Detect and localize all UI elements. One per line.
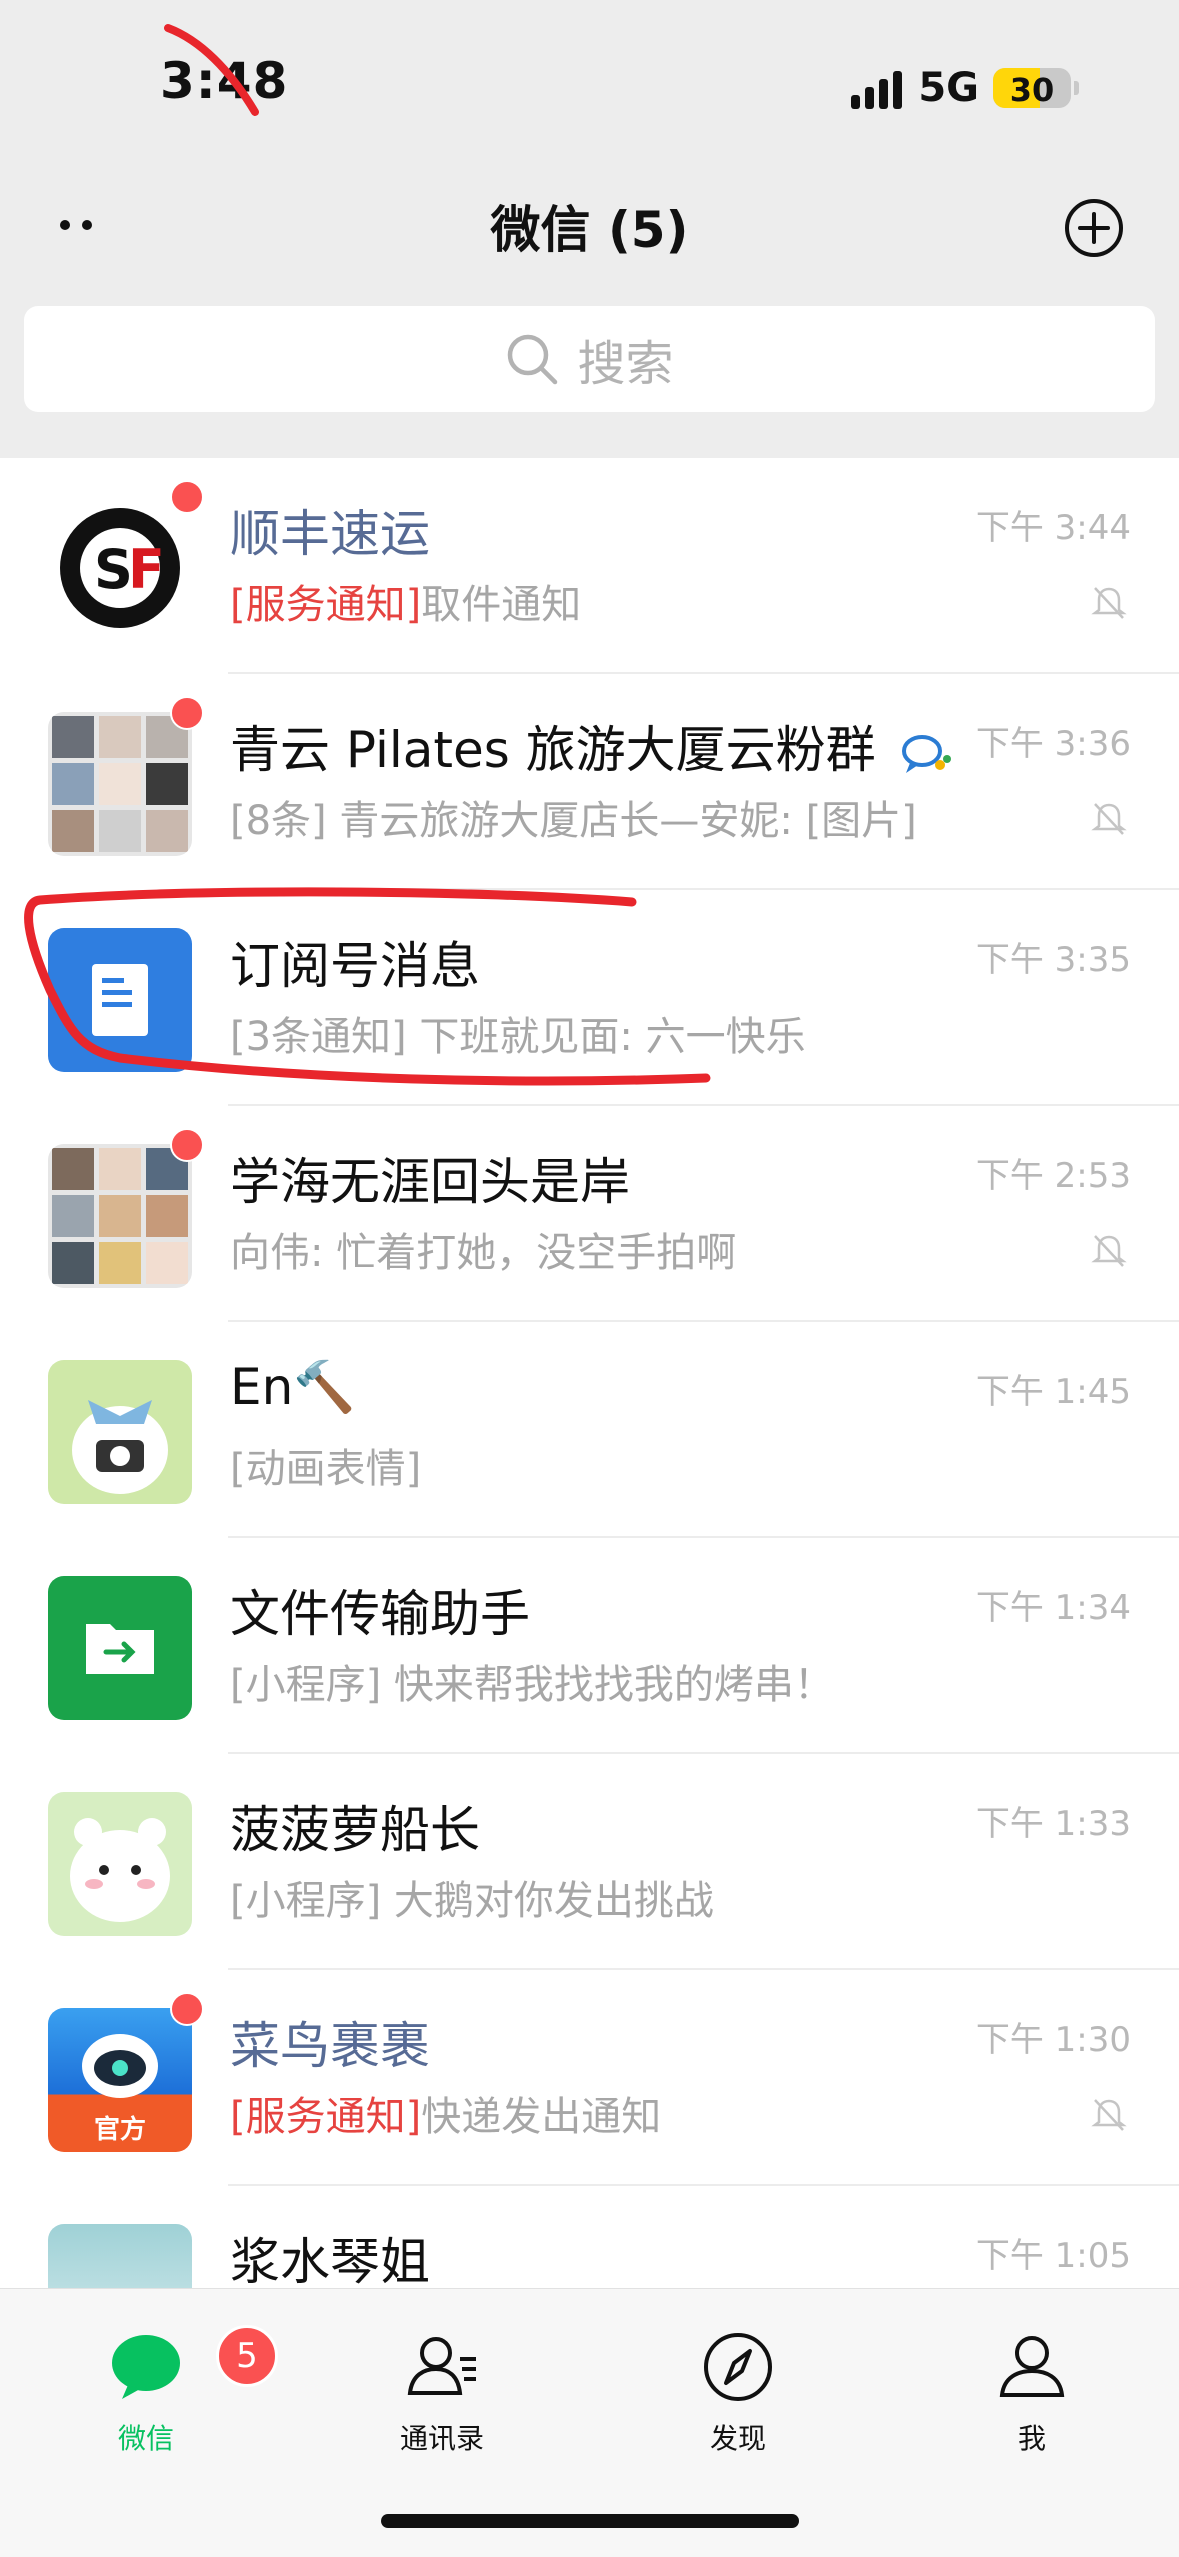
subscription-doc-icon <box>92 964 148 1036</box>
chat-row-subscriptions[interactable]: 订阅号消息 [3条通知] 下班就见面: 六一快乐 下午 3:35 <box>0 890 1179 1106</box>
unread-dot <box>170 1128 204 1162</box>
person-icon <box>999 2336 1065 2397</box>
chat-time: 下午 3:35 <box>975 940 1131 980</box>
home-indicator[interactable] <box>381 2514 799 2528</box>
tab-contacts[interactable]: 通讯录 <box>362 2327 522 2457</box>
handwritten-strike-mark <box>164 24 259 116</box>
compass-icon <box>704 2333 772 2401</box>
cartoon-avatar-icon <box>72 1400 168 1494</box>
chat-name: 菠菠萝船长 <box>230 1801 480 1859</box>
chat-name: En🔨 <box>230 1358 356 1416</box>
group-avatar-icon <box>52 716 188 852</box>
chat-preview: [服务通知]快递发出通知 <box>230 2084 661 2142</box>
mute-bell-icon <box>1091 803 1127 835</box>
chat-row-pilates-group[interactable]: 青云 Pilates 旅游大厦云粉群 [8条] 青云旅游大厦店长—安妮: [图片… <box>0 674 1179 890</box>
tab-label: 发现 <box>709 2422 766 2455</box>
service-tag: [服务通知] <box>230 2094 422 2140</box>
chat-time: 下午 3:44 <box>975 508 1131 548</box>
chat-time: 下午 1:05 <box>975 2236 1131 2276</box>
preview-text: 取件通知 <box>421 582 582 628</box>
tab-label: 微信 <box>117 2422 174 2455</box>
chat-preview: [小程序] 快来帮我找找我的烤串！ <box>230 1662 834 1708</box>
chat-row-file-transfer[interactable]: 文件传输助手 [小程序] 快来帮我找找我的烤串！ 下午 1:34 <box>0 1538 1179 1754</box>
mute-bell-icon <box>1091 587 1127 619</box>
chat-preview: [8条] 青云旅游大厦店长—安妮: [图片] <box>230 798 917 844</box>
contacts-icon <box>407 2337 476 2395</box>
chat-name: 订阅号消息 <box>230 937 480 995</box>
page-title: 微信 (5) <box>490 201 689 259</box>
chat-preview: [服务通知]取件通知 <box>230 572 581 630</box>
chat-row-sf-express[interactable]: S F 顺丰速运 [服务通知]取件通知 下午 3:44 <box>0 458 1179 674</box>
enterprise-chat-icon <box>901 734 951 773</box>
chat-name: 菜鸟裹裹 <box>230 2017 430 2075</box>
search-placeholder: 搜索 <box>577 336 674 392</box>
signal-icon <box>851 67 903 109</box>
add-plus-icon[interactable] <box>1064 198 1124 258</box>
chat-preview: [小程序] 大鹅对你发出挑战 <box>230 1878 714 1924</box>
chat-preview: [3条通知] 下班就见面: 六一快乐 <box>230 1014 806 1060</box>
tab-me[interactable]: 我 <box>952 2327 1112 2457</box>
chat-preview: 向伟: 忙着打她，没空手拍啊 <box>230 1230 737 1276</box>
chat-time: 下午 2:53 <box>975 1156 1131 1196</box>
chat-name: 浆水琴姐 <box>230 2233 430 2291</box>
battery-tip <box>1074 81 1079 95</box>
chat-row-pineapple-captain[interactable]: 菠菠萝船长 [小程序] 大鹅对你发出挑战 下午 1:33 <box>0 1754 1179 1970</box>
avatar <box>48 928 192 1072</box>
chat-name: 顺丰速运 <box>230 505 430 563</box>
chat-name: 青云 Pilates 旅游大厦云粉群 <box>230 710 952 782</box>
search-icon <box>508 334 558 385</box>
avatar: 官方 <box>48 2008 192 2152</box>
chat-row-study-group[interactable]: 学海无涯回头是岸 向伟: 忙着打她，没空手拍啊 下午 2:53 <box>0 1106 1179 1322</box>
unread-dot <box>170 480 204 514</box>
avatar <box>48 1360 192 1504</box>
chat-bubble-icon <box>112 2335 180 2399</box>
chat-time: 下午 1:45 <box>975 1372 1131 1412</box>
unread-dot <box>170 696 204 730</box>
avatar <box>48 1792 192 1936</box>
avatar <box>48 712 192 856</box>
folder-transfer-icon <box>86 1624 154 1674</box>
avatar-official-label: 官方 <box>94 2114 146 2145</box>
service-tag: [服务通知] <box>230 582 422 628</box>
avatar <box>48 1576 192 1720</box>
cartoon-hamster-icon <box>70 1818 170 1922</box>
preview-text: 快递发出通知 <box>421 2094 662 2140</box>
tab-label: 通讯录 <box>399 2422 484 2455</box>
chat-row-en[interactable]: En🔨 [动画表情] 下午 1:45 <box>0 1322 1179 1538</box>
chat-row-cainiao[interactable]: 官方 菜鸟裹裹 [服务通知]快递发出通知 下午 1:30 <box>0 1970 1179 2186</box>
status-right: 5G 30 <box>851 58 1079 118</box>
network-label: 5G <box>918 65 979 111</box>
chat-time: 下午 1:34 <box>975 1588 1131 1628</box>
sf-logo-icon: S F <box>60 508 180 628</box>
tab-chats[interactable]: 5 微信 <box>66 2325 278 2457</box>
tab-label: 我 <box>1017 2422 1046 2455</box>
chat-time: 下午 1:33 <box>975 1804 1131 1844</box>
avatar: S F <box>48 496 192 640</box>
battery-level: 30 <box>1009 71 1055 109</box>
mute-bell-icon <box>1091 2099 1127 2131</box>
tab-discover[interactable]: 发现 <box>658 2327 818 2457</box>
chat-preview: [动画表情] <box>230 1446 422 1492</box>
chat-time: 下午 3:36 <box>975 724 1131 764</box>
chat-name: 文件传输助手 <box>230 1585 530 1643</box>
battery-icon: 30 <box>993 68 1071 109</box>
avatar <box>48 1144 192 1288</box>
mute-bell-icon <box>1091 1235 1127 1267</box>
svg-text:F: F <box>128 538 165 601</box>
chat-name: 学海无涯回头是岸 <box>230 1153 630 1211</box>
search-input[interactable]: 搜索 <box>24 306 1155 412</box>
unread-badge: 5 <box>216 2325 278 2387</box>
group-avatar-icon <box>52 1148 188 1284</box>
unread-dot <box>170 1992 204 2026</box>
cainiao-robot-icon: 官方 <box>82 2034 158 2145</box>
chat-time: 下午 1:30 <box>975 2020 1131 2060</box>
